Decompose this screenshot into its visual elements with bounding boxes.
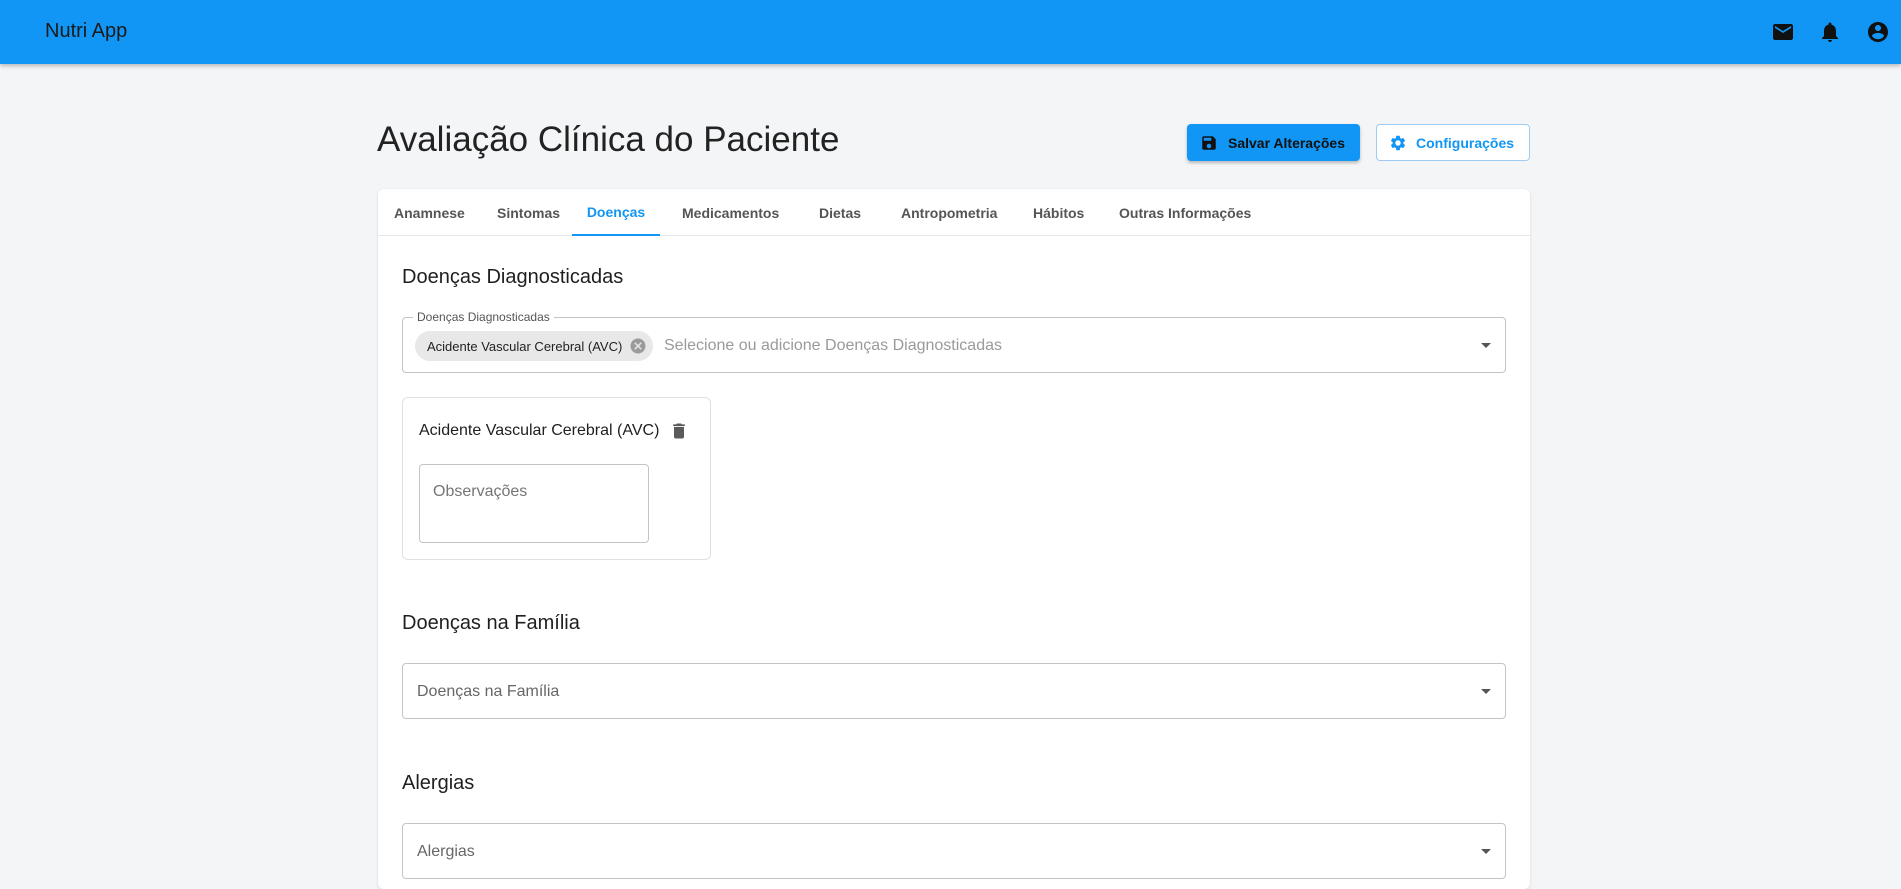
chevron-down-icon[interactable] bbox=[1481, 343, 1491, 348]
tab-anamnese[interactable]: Anamnese bbox=[394, 189, 465, 236]
bell-icon[interactable] bbox=[1818, 20, 1842, 44]
settings-button-label: Configurações bbox=[1416, 134, 1515, 151]
mail-icon[interactable] bbox=[1771, 20, 1795, 44]
tab-bar: Anamnese Sintomas Doenças Medicamentos D… bbox=[378, 189, 1530, 236]
app-bar: Nutri App bbox=[0, 0, 1901, 64]
disease-card-title: Acidente Vascular Cerebral (AVC) bbox=[419, 422, 660, 439]
chevron-down-icon[interactable] bbox=[1481, 849, 1491, 854]
gear-icon bbox=[1390, 135, 1406, 150]
tab-antropometria[interactable]: Antropometria bbox=[901, 189, 997, 236]
page-title: Avaliação Clínica do Paciente bbox=[377, 120, 840, 159]
allergies-field-label: Alergias bbox=[417, 843, 475, 860]
trash-icon[interactable] bbox=[669, 420, 689, 442]
main-card: Anamnese Sintomas Doenças Medicamentos D… bbox=[378, 189, 1530, 889]
tab-doencas[interactable]: Doenças bbox=[572, 189, 660, 236]
family-field-label: Doenças na Família bbox=[417, 683, 560, 700]
diagnosed-placeholder: Selecione ou adicione Doenças Diagnostic… bbox=[664, 337, 1002, 354]
save-icon bbox=[1202, 135, 1216, 150]
selected-disease-chip: Acidente Vascular Cerebral (AVC) bbox=[415, 331, 653, 361]
settings-button[interactable]: Configurações bbox=[1376, 124, 1530, 161]
save-button[interactable]: Salvar Alterações bbox=[1187, 124, 1360, 161]
family-section-title: Doenças na Família bbox=[402, 612, 580, 634]
tab-dietas[interactable]: Dietas bbox=[819, 189, 861, 236]
family-diseases-select[interactable]: Doenças na Família bbox=[402, 663, 1506, 719]
tab-habitos[interactable]: Hábitos bbox=[1033, 189, 1084, 236]
observations-field[interactable] bbox=[419, 464, 649, 543]
chevron-down-icon[interactable] bbox=[1481, 689, 1491, 694]
tab-outras-informacoes[interactable]: Outras Informações bbox=[1119, 189, 1251, 236]
tab-medicamentos[interactable]: Medicamentos bbox=[682, 189, 779, 236]
save-button-label: Salvar Alterações bbox=[1228, 134, 1345, 151]
remove-chip-icon[interactable] bbox=[629, 337, 647, 355]
diagnosed-diseases-select[interactable]: Doenças Diagnosticadas Acidente Vascular… bbox=[402, 310, 1506, 373]
allergies-select[interactable]: Alergias bbox=[402, 823, 1506, 879]
diagnosed-field-label: Doenças Diagnosticadas bbox=[413, 310, 554, 324]
allergies-section-title: Alergias bbox=[402, 772, 475, 794]
tab-sintomas[interactable]: Sintomas bbox=[497, 189, 560, 236]
disease-card: Acidente Vascular Cerebral (AVC) bbox=[402, 397, 711, 560]
chip-label: Acidente Vascular Cerebral (AVC) bbox=[427, 338, 623, 354]
diagnosed-section-title: Doenças Diagnosticadas bbox=[402, 266, 624, 288]
app-bar-actions bbox=[0, 0, 1901, 64]
account-circle-icon[interactable] bbox=[1866, 20, 1890, 44]
